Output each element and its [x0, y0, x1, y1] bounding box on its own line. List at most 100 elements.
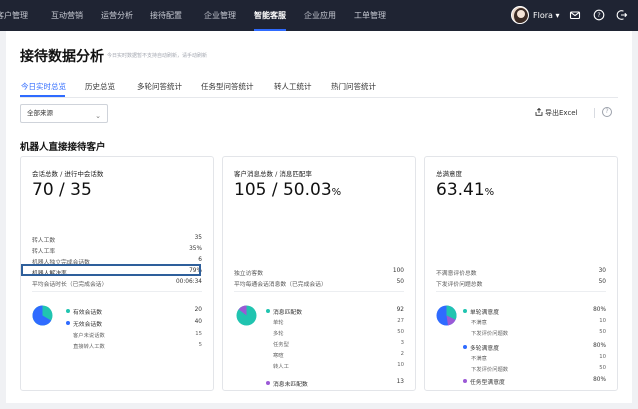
- divider: [32, 291, 202, 292]
- stat-value: 30: [598, 268, 606, 274]
- sub-value: 10: [397, 362, 404, 368]
- legend-value: 92: [396, 307, 404, 313]
- legend-dot: [66, 309, 70, 313]
- legend-subitem: 下发评价问题数 50: [471, 365, 606, 374]
- section-title: 机器人直接接待客户: [20, 142, 106, 153]
- export-label: 导出Excel: [545, 109, 578, 117]
- satisfaction-pie-chart: [436, 305, 457, 326]
- stat-label: 不满意评价总数: [436, 271, 477, 277]
- legend-dot: [66, 321, 70, 325]
- card-title: 会话总数 / 进行中会话数: [32, 170, 104, 178]
- session-pie-chart: [32, 305, 53, 326]
- help-circle-icon[interactable]: ?: [602, 107, 612, 117]
- stat-label: 转人工率: [32, 249, 56, 255]
- legend-dot: [463, 345, 467, 349]
- page-title: 接待数据分析: [20, 49, 104, 65]
- message-stats-card: 客户消息总数 / 消息匹配率 105 / 50.03% 独立访客数 100 平均每…: [222, 156, 416, 391]
- divider: [234, 291, 404, 292]
- stat-row: 下发评价问题总数 50: [436, 279, 606, 288]
- big-metric-value: 63.41: [436, 180, 485, 200]
- nav-item-label: 工单管理: [354, 11, 386, 20]
- big-metric-value: 105 / 50.03: [234, 180, 332, 200]
- sub-value: 5: [198, 342, 202, 348]
- sub-value: 10: [599, 354, 606, 360]
- main-content: 接待数据分析 今日实时数据暂不支持自动刷新，请手动刷新 今日实时总览 历史总览 …: [6, 31, 632, 403]
- nav-item-label: 企业应用: [304, 11, 336, 20]
- sub-label: 不满意: [471, 320, 487, 326]
- nav-item-label: 接待配置: [150, 11, 182, 20]
- stat-value: 50: [396, 279, 404, 285]
- card-title: 客户消息总数 / 消息匹配率: [234, 170, 312, 178]
- nav-item-label: 互动营销: [51, 11, 83, 20]
- nav-item-smart-service[interactable]: 智能客服: [254, 0, 286, 31]
- nav-item-enterprise-management[interactable]: 企业管理: [204, 0, 236, 31]
- nav-item-enterprise-apps[interactable]: 企业应用: [304, 0, 336, 31]
- sub-label: 不满意: [471, 356, 487, 362]
- sub-value: 50: [397, 329, 404, 335]
- legend-value: 80%: [593, 377, 606, 383]
- legend-dot: [266, 381, 270, 385]
- legend-label: 消息未匹配数: [273, 382, 308, 388]
- tab-history-overview[interactable]: 历史总览: [85, 81, 115, 92]
- sub-value: 10: [599, 318, 606, 324]
- stat-row: 平均每通会话消息数（已完成会话） 50: [234, 279, 404, 288]
- nav-item-ticket-management[interactable]: 工单管理: [354, 0, 386, 31]
- sub-label: 下发评价问题数: [471, 367, 509, 373]
- legend-subitem: 客户未说话数 15: [73, 331, 202, 340]
- stat-row: 平均会话时长（已完成会话） 00:06:34: [32, 279, 202, 288]
- legend-label: 消息匹配数: [273, 310, 302, 316]
- legend-dot: [463, 379, 467, 383]
- legend-item: 消息未匹配数 13: [266, 379, 404, 388]
- help-icon[interactable]: ?: [593, 9, 605, 21]
- big-metric: 63.41%: [436, 180, 494, 200]
- big-metric: 105 / 50.03%: [234, 180, 341, 200]
- tabs-divider: [20, 97, 618, 98]
- avatar[interactable]: [511, 6, 529, 24]
- nav-item-interactive-marketing[interactable]: 互动营销: [51, 0, 83, 31]
- nav-item-operations-analysis[interactable]: 运营分析: [101, 0, 133, 31]
- legend-label: 多轮满意度: [470, 346, 499, 352]
- legend-value: 80%: [593, 307, 606, 313]
- user-menu[interactable]: Flora ▾: [533, 0, 559, 31]
- nav-item-reception-config[interactable]: 接待配置: [150, 0, 182, 31]
- source-select-value: 全部来源: [27, 109, 53, 117]
- stat-value: 35%: [189, 246, 202, 252]
- svg-text:?: ?: [597, 11, 600, 19]
- stat-row: 转人工率 35%: [32, 246, 202, 255]
- tab-multi-turn-stats[interactable]: 多轮问答统计: [137, 81, 182, 92]
- tab-hot-qa-stats[interactable]: 热门问答统计: [331, 81, 376, 92]
- source-select[interactable]: 全部来源 ⌄: [20, 104, 108, 123]
- legend-subitem: 多轮 50: [273, 329, 404, 338]
- sub-label: 转人工: [273, 364, 289, 370]
- stat-label: 转人工数: [32, 238, 56, 244]
- nav-item-customer-management[interactable]: 客户管理: [0, 0, 28, 31]
- legend-item: 多轮满意度 80%: [463, 343, 606, 352]
- legend-subitem: 转人工 10: [273, 362, 404, 371]
- legend-subitem: 不满意 10: [471, 318, 606, 327]
- sub-value: 50: [599, 365, 606, 371]
- sub-label: 下发评价问题数: [471, 331, 509, 337]
- card-title: 总满意度: [436, 170, 462, 178]
- page-subtitle: 今日实时数据暂不支持自动刷新，请手动刷新: [107, 53, 208, 59]
- logout-icon[interactable]: [616, 9, 628, 21]
- stat-label: 独立访客数: [234, 271, 263, 277]
- legend-label: 有效会话数: [73, 310, 102, 316]
- tab-task-qa-stats[interactable]: 任务型问答统计: [201, 81, 254, 92]
- big-metric-suffix: %: [331, 187, 342, 198]
- legend-subitem: 单轮 27: [273, 318, 404, 327]
- sub-value: 3: [400, 340, 404, 346]
- tab-today-overview[interactable]: 今日实时总览: [21, 81, 66, 92]
- tab-transfer-stats[interactable]: 转人工统计: [274, 81, 312, 92]
- stat-value: 00:06:34: [175, 279, 202, 285]
- sub-label: 任务型: [273, 342, 289, 348]
- stat-value: 100: [392, 268, 404, 274]
- mail-icon[interactable]: [569, 9, 581, 21]
- legend-dot: [463, 309, 467, 313]
- nav-item-label: 客户管理: [0, 11, 28, 20]
- export-excel-button[interactable]: 导出Excel: [535, 108, 578, 118]
- stat-row: 独立访客数 100: [234, 268, 404, 277]
- legend-subitem: 任务型 3: [273, 340, 404, 349]
- nav-item-label: 智能客服: [254, 11, 286, 20]
- sub-value: 15: [195, 331, 202, 337]
- legend-value: 80%: [593, 343, 606, 349]
